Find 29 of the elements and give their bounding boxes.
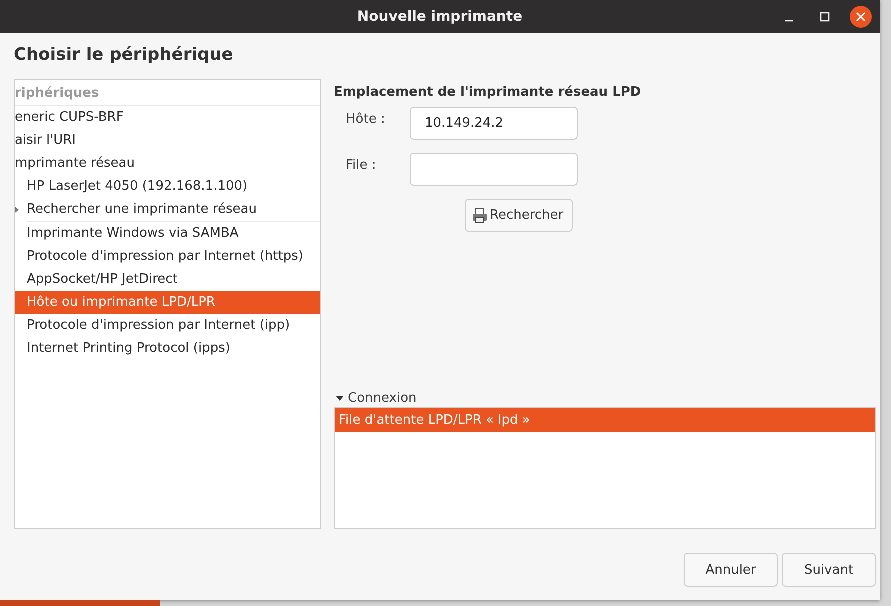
tree-item[interactable]: aisir l'URI bbox=[15, 129, 320, 152]
expander-label[interactable]: Connexion bbox=[348, 390, 417, 406]
dialog-button[interactable]: Annuler bbox=[684, 553, 778, 587]
tree-item[interactable]: mprimante réseau bbox=[15, 152, 320, 175]
printer-icon bbox=[472, 208, 488, 224]
minimize-icon bbox=[784, 20, 794, 22]
dialog-button[interactable]: Suivant bbox=[782, 553, 876, 587]
close-button[interactable] bbox=[850, 6, 872, 28]
window-title: Nouvelle imprimante bbox=[357, 8, 523, 24]
list-item[interactable]: File d'attente LPD/LPR « lpd » bbox=[335, 408, 875, 432]
tree-item[interactable]: Rechercher une imprimante réseau bbox=[15, 198, 320, 221]
tree-item[interactable]: Imprimante Windows via SAMBA bbox=[15, 222, 320, 245]
tree-item[interactable]: Protocole d'impression par Internet (https) bbox=[15, 245, 320, 268]
field-label: File : bbox=[346, 157, 378, 173]
maximize-icon bbox=[820, 12, 830, 22]
search-button[interactable]: Rechercher bbox=[465, 199, 573, 232]
field-label: Hôte : bbox=[346, 111, 386, 127]
expander-icon[interactable] bbox=[336, 394, 344, 402]
tree-item[interactable]: Protocole d'impression par Internet (ipp) bbox=[15, 314, 320, 337]
tree-item[interactable]: Internet Printing Protocol (ipps) bbox=[15, 337, 320, 360]
input-field[interactable]: 10.149.24.2 bbox=[410, 107, 578, 140]
tree-item[interactable]: HP LaserJet 4050 (192.168.1.100) bbox=[15, 175, 320, 198]
tree-item[interactable]: eneric CUPS-BRF bbox=[15, 106, 320, 129]
tree-item[interactable]: AppSocket/HP JetDirect bbox=[15, 268, 320, 291]
page-heading: Choisir le périphérique bbox=[13, 44, 234, 67]
input-field[interactable] bbox=[410, 153, 578, 186]
section-title: Emplacement de l'imprimante réseau LPD bbox=[334, 84, 642, 102]
close-icon bbox=[856, 12, 866, 22]
tree-item[interactable]: Hôte ou imprimante LPD/LPR bbox=[15, 291, 320, 314]
